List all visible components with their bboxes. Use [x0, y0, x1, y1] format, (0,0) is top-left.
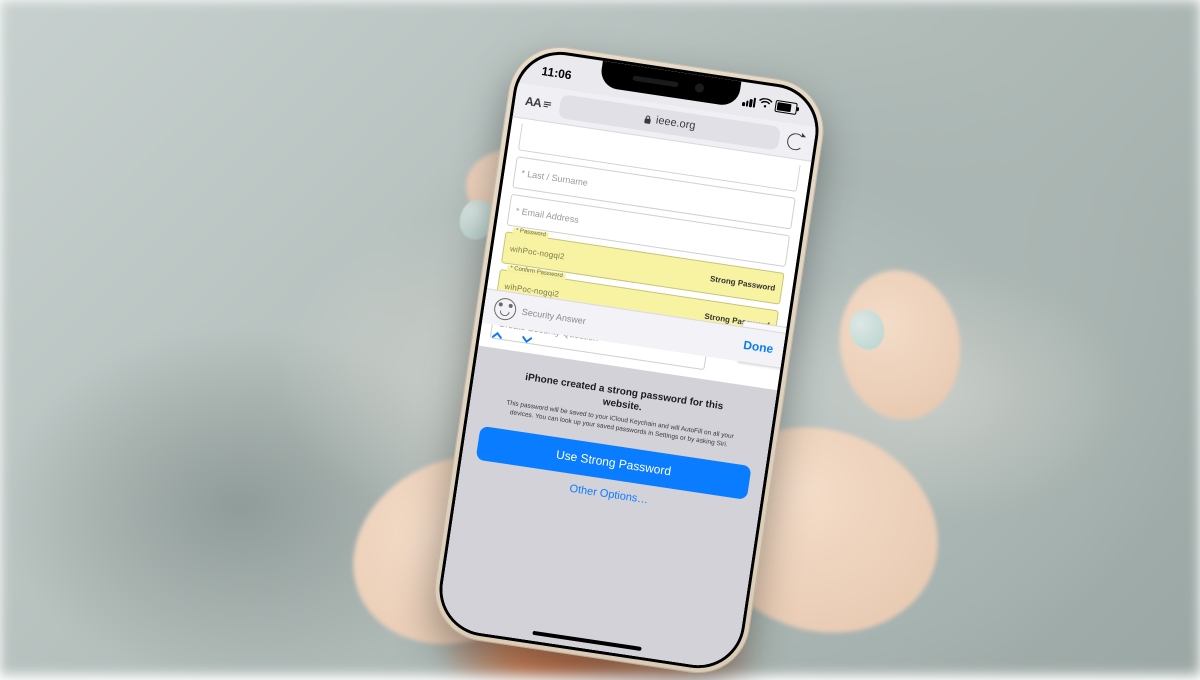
passwords-icon[interactable] — [493, 297, 518, 322]
lock-icon — [643, 114, 652, 124]
battery-icon — [774, 100, 798, 115]
other-options-button[interactable]: Other Options… — [563, 480, 656, 507]
url-text: ieee.org — [655, 114, 696, 132]
wifi-icon — [757, 96, 773, 112]
strong-password-panel: iPhone created a strong password for thi… — [436, 346, 777, 672]
password-value: wihPoc-nogqi2 — [510, 244, 566, 261]
prev-field-button[interactable] — [489, 327, 505, 343]
next-field-button[interactable] — [519, 332, 535, 348]
reader-aa-button[interactable]: AA — [524, 94, 553, 112]
field-label: Security Answer — [521, 307, 586, 326]
refresh-icon[interactable] — [786, 132, 805, 151]
clock: 11:06 — [541, 64, 573, 82]
reader-settings-icon — [543, 99, 553, 109]
strong-password-badge: Strong Password — [710, 274, 776, 293]
done-button[interactable]: Done — [742, 338, 774, 356]
cellular-icon — [742, 96, 756, 108]
